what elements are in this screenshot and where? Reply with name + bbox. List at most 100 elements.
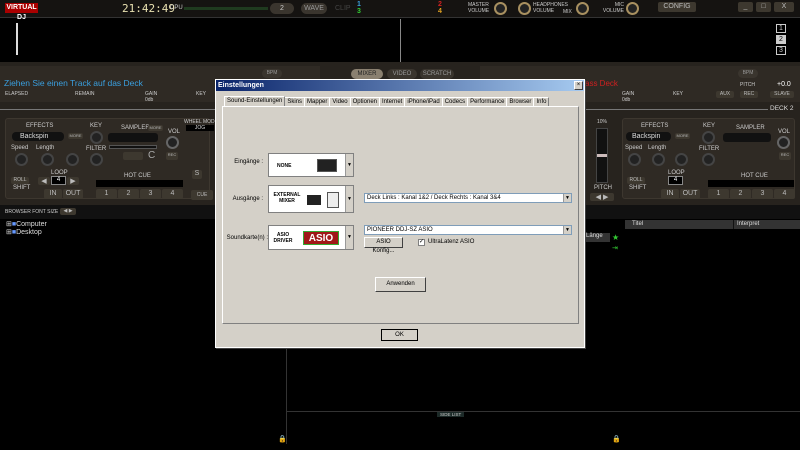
pitch-nudge-buttons[interactable]: ◀ ▶ [590, 193, 614, 201]
right-filter-knob[interactable] [702, 153, 715, 166]
right-length-knob[interactable] [652, 153, 665, 166]
tree-item-desktop[interactable]: ⊞■Desktop [6, 228, 42, 236]
ultra-latency-label[interactable]: UltraLatenz ASIO [428, 239, 474, 245]
loop-in-button[interactable]: IN [44, 189, 62, 199]
right-loop-in-button[interactable]: IN [661, 189, 679, 199]
effect-param-knob[interactable] [66, 153, 79, 166]
loop-out-button[interactable]: OUT [63, 189, 83, 199]
loop-down-button[interactable]: ◀ [38, 177, 50, 185]
column-title[interactable]: Titel [632, 221, 643, 227]
apply-button[interactable]: Anwenden [375, 277, 426, 292]
right-hot-cue-1[interactable]: 1 [708, 189, 729, 199]
tab-iphone-ipad[interactable]: iPhone/iPad [404, 97, 443, 106]
tree-item-computer[interactable]: ⊞■Computer [6, 220, 47, 228]
minimize-button[interactable]: _ [738, 2, 753, 12]
hot-cue-2[interactable]: 2 [118, 189, 139, 199]
waveform-area[interactable]: 1 2 3 [0, 19, 800, 62]
favorite-star-icon[interactable]: ★ [612, 233, 619, 242]
pitch-slider[interactable] [596, 128, 608, 183]
right-effects-more-button[interactable]: MORE [675, 133, 690, 139]
right-speed-knob[interactable] [628, 153, 641, 166]
headphones-mix-knob[interactable] [576, 2, 589, 15]
close-button[interactable]: X [774, 2, 794, 12]
sampler-prev-next[interactable] [123, 152, 143, 160]
tab-info[interactable]: Info [533, 97, 550, 106]
outputs-select[interactable]: EXTERNAL MIXER ▼ [268, 185, 354, 213]
hot-cue-1[interactable]: 1 [96, 189, 117, 199]
column-length-partial[interactable]: Länge [586, 233, 610, 242]
left-progress-bar[interactable] [0, 109, 215, 110]
tab-scratch[interactable]: SCRATCH [420, 69, 454, 79]
aux-button[interactable]: AUX [716, 91, 734, 98]
lock-icon-right[interactable]: 🔒 [612, 435, 621, 443]
effects-more-button[interactable]: MORE [68, 133, 83, 139]
right-bpm-button[interactable]: BPM [738, 69, 758, 78]
right-sampler-rec-button[interactable]: REC [779, 152, 791, 160]
mic-volume-knob[interactable] [626, 2, 639, 15]
remain-label[interactable]: REMAIN [75, 91, 94, 97]
hot-cue-4[interactable]: 4 [162, 189, 183, 199]
lock-icon[interactable]: 🔒 [278, 435, 287, 443]
sampler-select[interactable] [108, 133, 158, 142]
inputs-select[interactable]: NONE ▼ [268, 153, 354, 177]
headphones-volume-knob[interactable] [518, 2, 531, 15]
right-hot-cue-3[interactable]: 3 [752, 189, 773, 199]
s-button[interactable]: S [192, 170, 202, 179]
tab-video[interactable]: Video [329, 97, 351, 106]
wheel-mode-value[interactable]: JOG [186, 125, 214, 131]
column-artist[interactable]: Interpret [737, 221, 759, 227]
left-bpm-button[interactable]: BPM [262, 69, 282, 78]
sampler-loop-icon[interactable]: C [148, 150, 155, 161]
filter-knob[interactable] [90, 153, 103, 166]
right-key-knob[interactable] [702, 131, 715, 144]
right-hot-cue-2[interactable]: 2 [730, 189, 751, 199]
roll-button[interactable]: ROLL [11, 177, 29, 184]
length-knob[interactable] [41, 153, 54, 166]
key-knob[interactable] [90, 131, 103, 144]
ultra-latency-checkbox[interactable]: ✓ [418, 239, 425, 246]
speed-knob[interactable] [15, 153, 28, 166]
tab-internet[interactable]: Internet [379, 97, 406, 106]
zoom-3-button[interactable]: 3 [776, 46, 786, 55]
tab-options[interactable]: Optionen [349, 97, 380, 106]
sampler-more-button[interactable]: MORE [148, 125, 163, 131]
wave-button[interactable]: WAVE [301, 3, 327, 14]
elapsed-label[interactable]: ELAPSED [5, 91, 28, 97]
zoom-1-button[interactable]: 1 [776, 24, 786, 33]
right-sampler-vol-knob[interactable] [777, 136, 790, 149]
right-rec-button[interactable]: REC [740, 91, 758, 98]
sampler-rec-button[interactable]: REC [166, 152, 178, 160]
right-hot-cue-4[interactable]: 4 [774, 189, 795, 199]
loop-up-button[interactable]: ▶ [67, 177, 79, 185]
slave-button[interactable]: SLAVE [770, 91, 794, 98]
tab-browser[interactable]: Browser [506, 97, 535, 106]
playlist-icon[interactable]: ⇥ [612, 244, 618, 252]
tab-mixer[interactable]: MIXER [351, 69, 383, 79]
zoom-2-button[interactable]: 2 [776, 35, 786, 44]
sampler-vol-knob[interactable] [166, 136, 179, 149]
side-list-button[interactable]: SIDE LIST [437, 412, 465, 417]
tab-sound-settings[interactable]: Sound-Einstellungen [224, 96, 286, 106]
asio-config-button[interactable]: ASIO Konfig... [364, 237, 403, 254]
tab-mapper[interactable]: Mapper [304, 97, 331, 106]
right-effect-param-knob[interactable] [675, 153, 688, 166]
maximize-button[interactable]: □ [756, 2, 771, 12]
hot-cue-3[interactable]: 3 [140, 189, 161, 199]
font-size-buttons[interactable]: ◀ ▶ [60, 208, 76, 215]
dialog-close-button[interactable]: × [574, 81, 583, 90]
tab-video[interactable]: VIDEO [387, 69, 417, 79]
config-button[interactable]: CONFIG [658, 2, 696, 12]
right-loop-out-button[interactable]: OUT [680, 189, 700, 199]
output-channels-select[interactable]: Deck Links : Kanal 1&2 / Deck Rechts : K… [364, 193, 572, 203]
cue-button[interactable]: CUE [191, 190, 213, 200]
right-roll-button[interactable]: ROLL [627, 177, 645, 184]
soundcard-device-select[interactable]: PIONEER DDJ-SZ ASIO ▼ [364, 225, 572, 235]
deck-count-button[interactable]: 2 [270, 3, 294, 14]
tab-performance[interactable]: Performance [467, 97, 508, 106]
right-sampler-select[interactable] [723, 133, 771, 142]
tab-skins[interactable]: Skins [284, 97, 306, 106]
right-progress-bar[interactable] [585, 109, 768, 110]
master-volume-knob[interactable] [494, 2, 507, 15]
tab-codecs[interactable]: Codecs [441, 97, 469, 106]
right-effect-select[interactable]: Backspin [626, 132, 671, 141]
